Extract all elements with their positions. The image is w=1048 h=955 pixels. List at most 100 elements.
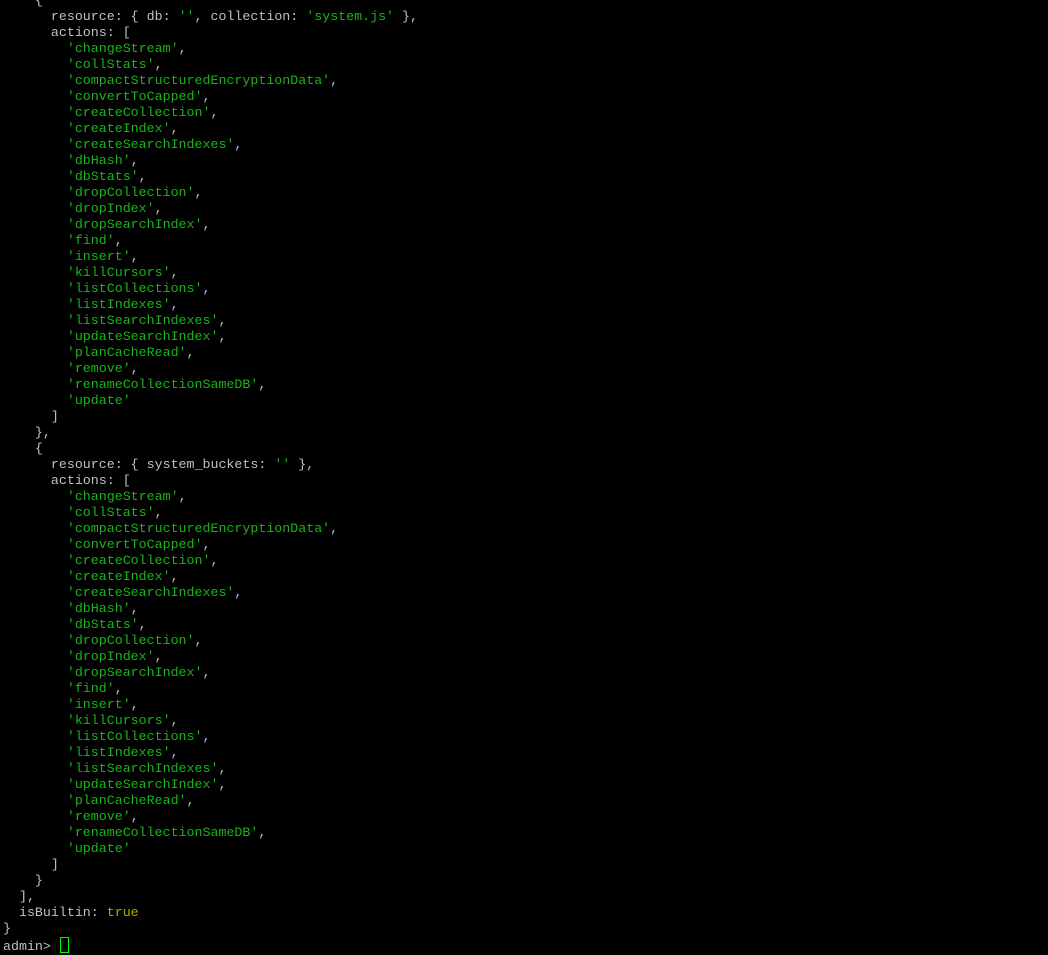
string-literal: '' — [178, 9, 195, 24]
output-line: 'collStats', — [3, 57, 418, 73]
string-literal: 'dbStats' — [66, 617, 139, 632]
output-line: 'createCollection', — [3, 105, 418, 121]
output-line: 'update' — [3, 841, 418, 857]
output-line: 'update' — [3, 393, 418, 409]
code-text: , — [258, 377, 267, 392]
string-literal: 'insert' — [66, 697, 131, 712]
code-text: , — [210, 553, 219, 568]
code-text: ] — [3, 409, 59, 424]
code-text: , — [170, 265, 179, 280]
output-line: 'listIndexes', — [3, 745, 418, 761]
output-line: 'createCollection', — [3, 553, 418, 569]
string-literal: 'system.js' — [306, 9, 395, 24]
string-literal: 'update' — [66, 841, 131, 856]
output-line: { — [3, 441, 418, 457]
output-line: 'remove', — [3, 809, 418, 825]
output-line: 'renameCollectionSameDB', — [3, 825, 418, 841]
terminal-window[interactable]: { resource: { db: '', collection: 'syste… — [0, 0, 1048, 955]
string-literal: '' — [274, 457, 291, 472]
string-literal: 'listSearchIndexes' — [66, 313, 219, 328]
code-text: resource: { db: — [3, 9, 179, 24]
code-text: { — [3, 441, 43, 456]
code-text: ], — [3, 889, 35, 904]
string-literal: 'killCursors' — [66, 713, 171, 728]
code-text: }, — [394, 9, 418, 24]
output-line: 'collStats', — [3, 505, 418, 521]
code-text: , — [202, 281, 211, 296]
output-line: 'dropSearchIndex', — [3, 217, 418, 233]
code-text: , — [130, 697, 139, 712]
code-text: , — [130, 153, 139, 168]
code-text: , — [154, 201, 163, 216]
string-literal: 'find' — [66, 233, 115, 248]
string-literal: 'planCacheRead' — [66, 793, 187, 808]
code-text: , — [178, 489, 187, 504]
boolean-literal: true — [106, 905, 139, 920]
code-text: , — [218, 777, 227, 792]
string-literal: 'createIndex' — [66, 121, 171, 136]
code-text: , — [218, 761, 227, 776]
output-line: 'planCacheRead', — [3, 345, 418, 361]
output-line: 'dropIndex', — [3, 649, 418, 665]
string-literal: 'dbStats' — [66, 169, 139, 184]
string-literal: 'dbHash' — [66, 153, 131, 168]
string-literal: 'update' — [66, 393, 131, 408]
prompt-line[interactable]: admin> — [3, 937, 418, 954]
output-line: 'listSearchIndexes', — [3, 761, 418, 777]
output-line: 'compactStructuredEncryptionData', — [3, 521, 418, 537]
code-text: , — [130, 361, 139, 376]
output-line: 'convertToCapped', — [3, 89, 418, 105]
code-text: , — [130, 249, 139, 264]
output-line: actions: [ — [3, 473, 418, 489]
string-literal: 'listSearchIndexes' — [66, 761, 219, 776]
output-line: 'insert', — [3, 249, 418, 265]
string-literal: 'killCursors' — [66, 265, 171, 280]
code-text: , — [202, 729, 211, 744]
code-text: , — [154, 57, 163, 72]
output-line: } — [3, 921, 418, 937]
code-text: , — [194, 633, 203, 648]
output-line: 'changeStream', — [3, 41, 418, 57]
code-text: , — [202, 665, 211, 680]
string-literal: 'dropIndex' — [66, 201, 155, 216]
output-line: 'updateSearchIndex', — [3, 329, 418, 345]
output-line: 'changeStream', — [3, 489, 418, 505]
string-literal: 'createIndex' — [66, 569, 171, 584]
code-text: actions: [ — [3, 473, 131, 488]
string-literal: 'compactStructuredEncryptionData' — [66, 521, 331, 536]
output-line: 'find', — [3, 233, 418, 249]
string-literal: 'listCollections' — [66, 729, 203, 744]
code-text: , — [234, 585, 243, 600]
code-text: , — [210, 105, 219, 120]
code-text: , — [202, 89, 211, 104]
output-line: resource: { system_buckets: '' }, — [3, 457, 418, 473]
output-line: 'insert', — [3, 697, 418, 713]
output-line: 'killCursors', — [3, 265, 418, 281]
output-line: 'convertToCapped', — [3, 537, 418, 553]
code-text: , — [154, 649, 163, 664]
code-text: , — [194, 185, 203, 200]
string-literal: 'remove' — [66, 809, 131, 824]
output-line: 'planCacheRead', — [3, 793, 418, 809]
string-literal: 'changeStream' — [66, 489, 179, 504]
code-text: , — [330, 521, 339, 536]
string-literal: 'dbHash' — [66, 601, 131, 616]
string-literal: 'createSearchIndexes' — [66, 585, 235, 600]
output-line: 'dropCollection', — [3, 633, 418, 649]
